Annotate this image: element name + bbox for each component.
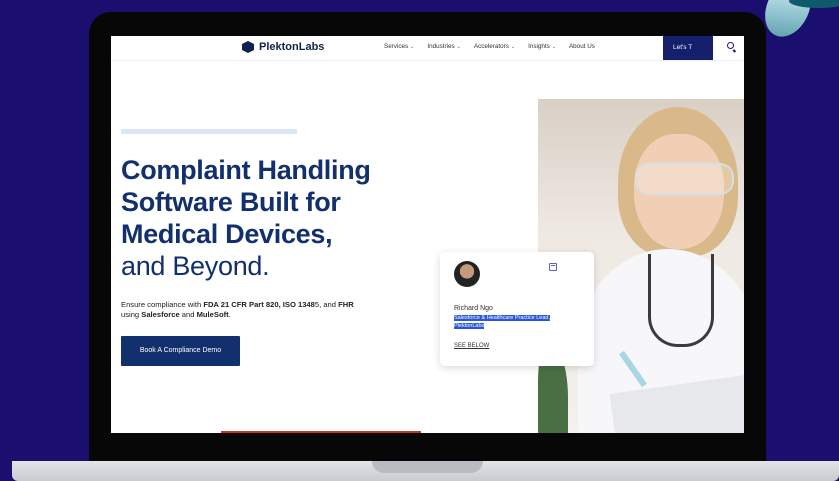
search-icon[interactable] — [727, 42, 734, 49]
hero-subtext: Ensure compliance with FDA 21 CFR Part 8… — [121, 300, 354, 319]
hero-heading-line: and Beyond. — [121, 251, 270, 281]
site-header: PlektonLabs Services ⌄ Industries ⌄ Accele… — [111, 36, 744, 61]
profile-role: Salesforce & Healthcare Practice Lead, P… — [454, 315, 550, 329]
accent-divider — [121, 129, 297, 134]
nav-item-industries[interactable]: Industries ⌄ — [427, 43, 461, 50]
avatar — [454, 261, 480, 287]
laptop-screen: PlektonLabs Services ⌄ Industries ⌄ Accele… — [111, 36, 744, 433]
see-below-link[interactable]: SEE BELOW — [454, 343, 489, 349]
chevron-down-icon: ⌄ — [410, 43, 415, 50]
brand-logo[interactable]: PlektonLabs — [242, 41, 324, 53]
logo-icon — [242, 41, 254, 53]
chevron-down-icon: ⌄ — [551, 43, 556, 50]
hero-heading-line: Medical Devices, — [121, 219, 333, 249]
brand-name: PlektonLabs — [259, 41, 325, 53]
nav-item-accelerators[interactable]: Accelerators ⌄ — [474, 43, 515, 50]
nav-menu: Services ⌄ Industries ⌄ Accelerators ⌄ Insi… — [384, 43, 595, 50]
bottom-accent-line — [221, 431, 421, 433]
profile-name: Richard Ngo — [454, 305, 493, 312]
calendar-icon[interactable] — [549, 263, 557, 271]
lets-talk-button[interactable]: Let's T — [663, 36, 713, 60]
nav-item-about-us[interactable]: About Us — [569, 43, 595, 50]
hero-heading-line: Complaint Handling — [121, 155, 371, 185]
chevron-down-icon: ⌄ — [510, 43, 516, 50]
hero-heading: Complaint Handling Software Built for Me… — [121, 154, 371, 282]
nav-item-insights[interactable]: Insights ⌄ — [528, 43, 556, 50]
chevron-down-icon: ⌄ — [456, 43, 461, 50]
nav-item-services[interactable]: Services ⌄ — [384, 43, 414, 50]
laptop-notch — [372, 461, 483, 473]
hero-heading-line: Software Built for — [121, 187, 341, 217]
profile-card: Richard Ngo Salesforce & Healthcare Prac… — [440, 252, 594, 366]
book-demo-button[interactable]: Book A Compliance Demo — [121, 336, 240, 366]
